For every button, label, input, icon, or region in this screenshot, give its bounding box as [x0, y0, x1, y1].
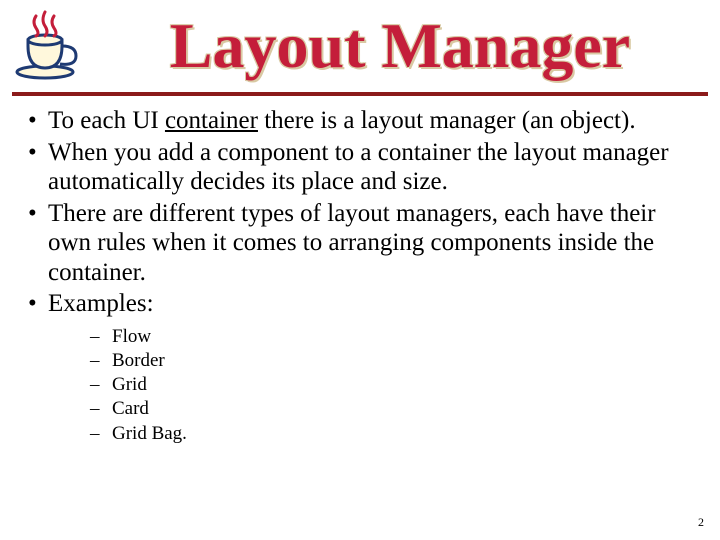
bullet-underline: container	[165, 107, 258, 134]
list-item: Flow	[112, 325, 700, 349]
bullet-text: There are different types of layout mana…	[48, 200, 656, 286]
bullet-text: there is a layout manager (an object).	[258, 107, 636, 134]
list-item: There are different types of layout mana…	[48, 199, 700, 288]
list-item: Grid	[112, 373, 700, 397]
slide: Layout Manager To each UI container ther…	[0, 0, 720, 540]
list-item: When you add a component to a container …	[48, 138, 700, 197]
list-item: Border	[112, 349, 700, 373]
bullet-text: To each UI	[48, 107, 165, 134]
examples-list: Flow Border Grid Card Grid Bag.	[48, 325, 700, 447]
coffee-cup-icon	[10, 6, 90, 86]
examples-label: Examples:	[48, 290, 154, 317]
list-item: Examples: Flow Border Grid Card Grid Bag…	[48, 289, 700, 446]
slide-body: To each UI container there is a layout m…	[0, 96, 720, 446]
page-number: 2	[698, 515, 704, 530]
examples-section: Examples: Flow Border Grid Card Grid Bag…	[20, 289, 700, 446]
list-item: To each UI container there is a layout m…	[48, 106, 700, 136]
title-area: Layout Manager	[90, 14, 710, 78]
page-title: Layout Manager	[170, 14, 630, 78]
list-item: Grid Bag.	[112, 422, 700, 446]
list-item: Card	[112, 397, 700, 421]
bullet-text: When you add a component to a container …	[48, 139, 669, 196]
slide-header: Layout Manager	[0, 0, 720, 86]
bullet-list: To each UI container there is a layout m…	[20, 106, 700, 287]
